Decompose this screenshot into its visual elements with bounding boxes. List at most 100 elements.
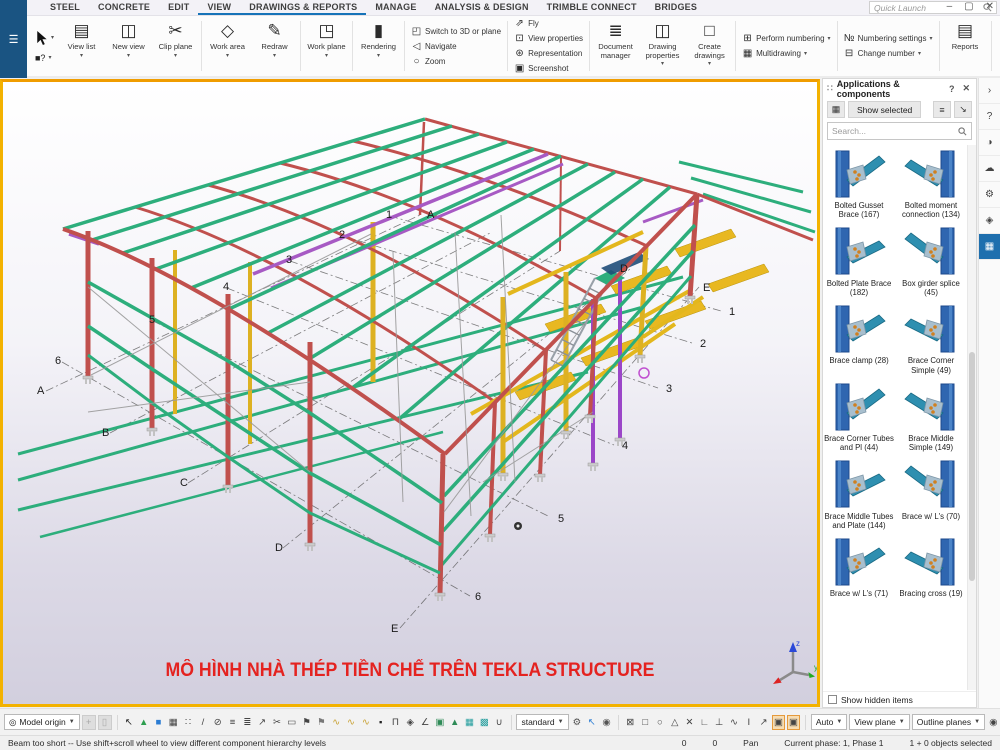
organizer-button[interactable]: ❖Organizer (994, 16, 1000, 76)
show-selected-button[interactable]: Show selected (848, 101, 921, 118)
rendering-button[interactable]: ▮Rendering▾ (355, 16, 402, 76)
redraw-button[interactable]: ✎Redraw▾ (251, 16, 298, 76)
add-point-button[interactable]: + (82, 715, 96, 730)
view-list-button[interactable]: ▤View list▾ (58, 16, 105, 76)
component-item[interactable]: Brace clamp (28) (824, 302, 895, 375)
snap-wave-icon[interactable]: ∿ (728, 715, 741, 730)
reports-button[interactable]: ▤Reports (942, 16, 989, 76)
component-item[interactable]: Bolted Plate Brace (182) (824, 225, 895, 298)
menu-tab-drawings-reports[interactable]: DRAWINGS & REPORTS (240, 0, 366, 15)
create-drawings-button[interactable]: □Create drawings▾ (686, 16, 733, 76)
select-component-icon[interactable]: Π (389, 715, 402, 730)
components-icon[interactable]: ▦ (979, 234, 1000, 260)
menu-tab-view[interactable]: VIEW (198, 0, 240, 15)
select-all-icon[interactable]: ↖ (122, 715, 135, 730)
view-properties-button[interactable]: ⊡View properties (514, 33, 583, 44)
select-angle-icon[interactable]: ∠ (419, 715, 432, 730)
panel-scrollbar[interactable] (967, 145, 976, 690)
smart-select-icon[interactable]: ↖ (585, 715, 598, 730)
menu-tab-analysis-design[interactable]: ANALYSIS & DESIGN (426, 0, 538, 15)
minimize-button[interactable]: – (947, 2, 953, 12)
work-plane-button[interactable]: ◳Work plane▾ (303, 16, 350, 76)
main-menu-button[interactable]: ☰ (0, 0, 27, 78)
component-item[interactable]: Brace Corner Tubes and Pl (44) (824, 380, 895, 453)
select-cut-icon[interactable]: ✂ (271, 715, 284, 730)
menu-tab-concrete[interactable]: CONCRETE (89, 0, 159, 15)
model-cube-icon[interactable]: ◈ (979, 208, 1000, 234)
snap-rect-icon[interactable]: □ (639, 715, 652, 730)
snap-cross-icon[interactable]: ✕ (683, 715, 696, 730)
drag-handle-icon[interactable]: ∷ (827, 83, 833, 94)
select-flag-icon[interactable]: ⚑ (300, 715, 313, 730)
drawing-properties-button[interactable]: ◫Drawing properties▾ (639, 16, 686, 76)
snap-auto-dropdown[interactable]: Auto▼ (811, 714, 847, 730)
snap-triangle-icon[interactable]: △ (668, 715, 681, 730)
select-rows2-icon[interactable]: ≣ (241, 715, 254, 730)
new-view-button[interactable]: ◫New view▾ (105, 16, 152, 76)
thumbnail-view-button[interactable]: ▦ (827, 101, 845, 118)
view-plane-dropdown[interactable]: View plane▼ (849, 714, 909, 730)
list-view-button[interactable]: ≡ (933, 101, 951, 118)
model-viewport[interactable]: z y ABCDEADE123456123456 MÔ HÌNH NHÀ THÉ… (0, 79, 820, 707)
clip-plane-button[interactable]: ✂Clip plane▾ (152, 16, 199, 76)
zoom-button[interactable]: ○Zoom (411, 56, 501, 67)
select-solid-icon[interactable]: ▪ (374, 715, 387, 730)
component-item[interactable]: Brace w/ L's (70) (896, 458, 967, 531)
snap-perpendicular-icon[interactable]: ∟ (698, 715, 711, 730)
change-number-button[interactable]: ⊟Change number▾ (844, 48, 933, 59)
numbering-settings-button[interactable]: №Numbering settings▾ (844, 33, 933, 44)
inquire-icon[interactable]: ? (979, 104, 1000, 130)
select-circle-icon[interactable]: ⊘ (211, 715, 224, 730)
select-rect-icon[interactable]: ▭ (285, 715, 298, 730)
select-weld3-icon[interactable]: ∿ (359, 715, 372, 730)
component-item[interactable]: Brace Middle Tubes and Plate (144) (824, 458, 895, 531)
select-flag2-icon[interactable]: ⚑ (315, 715, 328, 730)
menu-tab-trimble-connect[interactable]: TRIMBLE CONNECT (538, 0, 646, 15)
screenshot-button[interactable]: ▣Screenshot (514, 63, 583, 74)
close-button[interactable]: ✕ (986, 2, 994, 12)
toolbar-eye-icon[interactable]: ◉ (987, 715, 1000, 730)
select-rows-icon[interactable]: ≡ (226, 715, 239, 730)
switch-to-d-or-plane-button[interactable]: ◰Switch to 3D or plane (411, 26, 501, 37)
show-hidden-checkbox[interactable] (828, 695, 837, 704)
snap-points-icon[interactable]: ⊠ (624, 715, 637, 730)
select-object-icon[interactable]: ▲ (448, 715, 461, 730)
select-cone-icon[interactable]: ▲ (137, 715, 150, 730)
representation-button[interactable]: ⊛Representation (514, 48, 583, 59)
select-area-icon[interactable]: ■ (152, 715, 165, 730)
fly-button[interactable]: ⇗Fly (514, 18, 583, 29)
select-grid-icon[interactable]: ▦ (167, 715, 180, 730)
visibility-icon[interactable]: ◉ (600, 715, 613, 730)
outline-planes-dropdown[interactable]: Outline planes▼ (912, 714, 985, 730)
select-plane-icon[interactable]: ▣ (433, 715, 446, 730)
snap-extension-icon[interactable]: ↗ (757, 715, 770, 730)
collapse-panel-button[interactable]: ↘ (954, 101, 972, 118)
cloud-icon[interactable]: ☁ (979, 156, 1000, 182)
snap-settings-icon[interactable]: ⚙ (571, 715, 584, 730)
select-points-icon[interactable]: ∷ (182, 715, 195, 730)
select-move-icon[interactable]: ↗ (256, 715, 269, 730)
panel-help-button[interactable]: ? (947, 84, 957, 94)
settings-icon[interactable]: ⚙ (979, 182, 1000, 208)
work-area-button[interactable]: ◇Work area▾ (204, 16, 251, 76)
component-item[interactable]: Bolted Gusset Brace (167) (824, 147, 895, 220)
component-item[interactable]: Bolted moment connection (134) (896, 147, 967, 220)
component-item[interactable]: Brace Corner Simple (49) (896, 302, 967, 375)
menu-tab-edit[interactable]: EDIT (159, 0, 198, 15)
origin-lock-button[interactable]: ▯ (98, 715, 112, 730)
select-line-icon[interactable]: / (196, 715, 209, 730)
snap-ortho-icon[interactable]: ⊥ (713, 715, 726, 730)
inquire-tool-button[interactable]: ■?▾ (35, 53, 54, 63)
snap-ref2-icon[interactable]: ▣ (787, 715, 800, 730)
select-weld2-icon[interactable]: ∿ (345, 715, 358, 730)
panel-close-button[interactable]: ✕ (960, 83, 972, 94)
profile-icon[interactable]: ◑ (979, 130, 1000, 156)
select-point-icon[interactable]: ◈ (404, 715, 417, 730)
snap-standard-dropdown[interactable]: standard▼ (516, 714, 568, 730)
model-origin-dropdown[interactable]: ◎Model origin▼ (4, 714, 80, 730)
perform-numbering-button[interactable]: ⊞Perform numbering▾ (742, 33, 831, 44)
component-item[interactable]: Box girder splice (45) (896, 225, 967, 298)
select-tool-button[interactable]: ▾ (35, 30, 54, 46)
navigate-button[interactable]: ◁Navigate (411, 41, 501, 52)
component-item[interactable]: Brace w/ L's (71) (824, 535, 895, 598)
